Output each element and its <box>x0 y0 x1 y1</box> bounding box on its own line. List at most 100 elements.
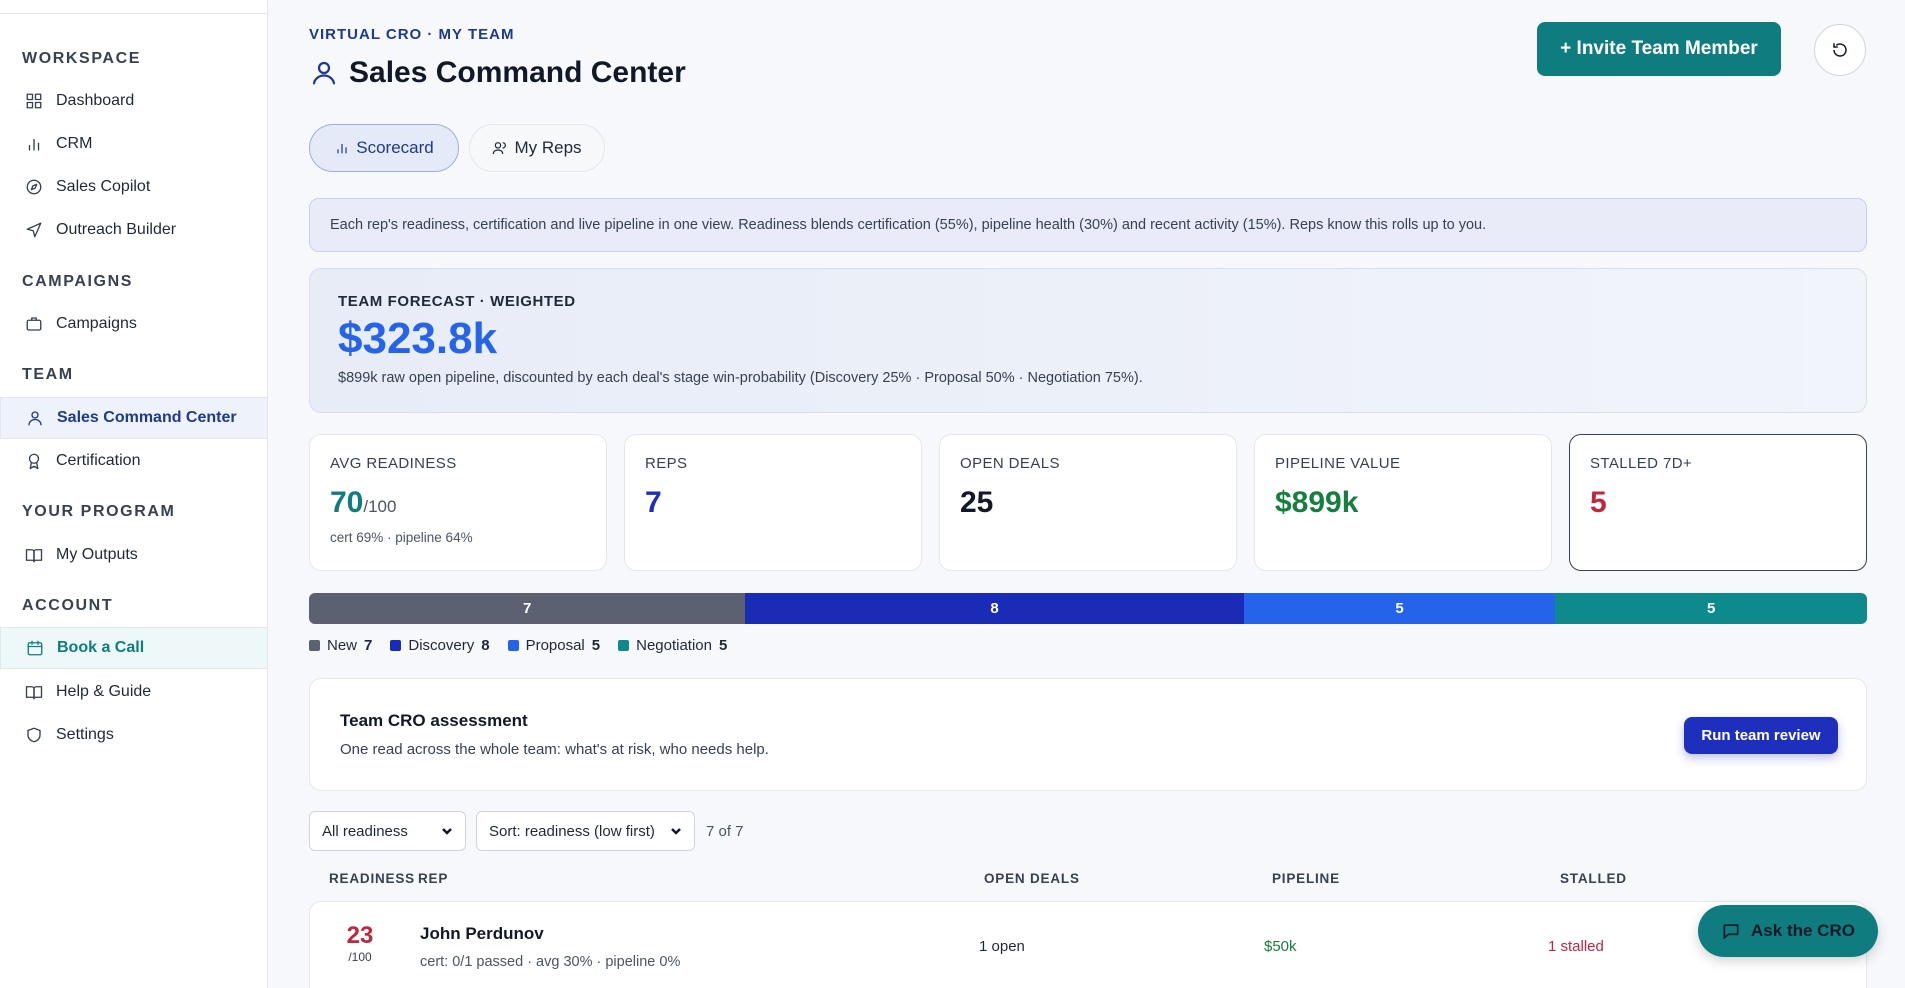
sidebar-item-label: CRM <box>56 135 93 152</box>
stat-label: OPEN DEALS <box>960 455 1060 472</box>
rep-pipeline: $50k <box>1264 938 1297 955</box>
legend-count: 8 <box>481 637 490 654</box>
sidebar-item-crm[interactable]: CRM <box>0 123 268 165</box>
section-title-campaigns: CAMPAIGNS <box>22 273 133 290</box>
sidebar-item-label: Outreach Builder <box>56 221 177 238</box>
user-icon <box>312 61 336 85</box>
sidebar-item-label: My Outputs <box>56 546 138 563</box>
sidebar: WORKSPACE Dashboard CRM Sales Copilot Ou… <box>0 0 268 988</box>
sidebar-item-label: Sales Copilot <box>56 178 151 195</box>
legend-swatch <box>309 640 320 651</box>
legend-item-proposal: Proposal 5 <box>507 637 601 654</box>
forecast-subtext: $899k raw open pipeline, discounted by e… <box>338 370 1143 386</box>
award-icon <box>24 451 44 471</box>
compass-icon <box>24 177 44 197</box>
sidebar-item-campaigns[interactable]: Campaigns <box>0 303 268 345</box>
legend-label: Proposal <box>525 637 585 654</box>
section-title-account: ACCOUNT <box>22 597 114 614</box>
sidebar-item-book-a-call[interactable]: Book a Call <box>0 627 268 669</box>
legend-count: 5 <box>591 637 601 654</box>
sidebar-item-certification[interactable]: Certification <box>0 440 268 482</box>
column-header-open-deals[interactable]: OPEN DEALS <box>984 871 1080 886</box>
send-icon <box>24 220 44 240</box>
team-forecast-card: TEAM FORECAST · WEIGHTED $323.8k $899k r… <box>309 268 1867 413</box>
chevron-down-icon <box>442 828 452 835</box>
bar-chart-icon <box>337 144 347 154</box>
select-value: Sort: readiness (low first) <box>489 822 655 840</box>
sidebar-item-label: Sales Command Center <box>57 409 237 426</box>
stat-stalled[interactable]: STALLED 7D+ 5 <box>1569 434 1867 571</box>
sidebar-item-my-outputs[interactable]: My Outputs <box>0 534 268 576</box>
assessment-title: Team CRO assessment <box>340 711 528 730</box>
readiness-score: 23 /100 <box>340 922 380 964</box>
sidebar-item-label: Campaigns <box>56 315 137 332</box>
stat-avg-readiness: AVG READINESS 70/100 cert 69% · pipeline… <box>309 434 607 571</box>
sidebar-item-sales-command-center[interactable]: Sales Command Center <box>0 397 268 439</box>
rep-meta: cert: 0/1 passed · avg 30% · pipeline 0% <box>420 954 681 970</box>
info-banner: Each rep's readiness, certification and … <box>309 198 1867 252</box>
forecast-label: TEAM FORECAST · WEIGHTED <box>338 293 576 310</box>
stat-label: AVG READINESS <box>330 455 457 472</box>
shield-icon <box>24 725 44 745</box>
readiness-filter-select[interactable]: All readiness <box>309 811 466 851</box>
stat-value: 25 <box>960 486 994 519</box>
sort-select[interactable]: Sort: readiness (low first) <box>476 811 695 851</box>
table-row[interactable]: 23 /100 John Perdunov cert: 0/1 passed ·… <box>309 901 1867 988</box>
legend-count: 5 <box>719 637 728 654</box>
book-icon <box>24 545 44 565</box>
legend-label: Negotiation <box>636 637 712 654</box>
chat-icon <box>1723 924 1739 940</box>
stat-suffix: /100 <box>363 497 397 516</box>
tab-label: My Reps <box>514 138 582 157</box>
sidebar-item-settings[interactable]: Settings <box>0 714 268 756</box>
stage-distribution-bar: 7855 <box>309 593 1867 624</box>
refresh-button[interactable] <box>1814 24 1866 76</box>
section-title-workspace: WORKSPACE <box>22 50 141 67</box>
column-header-readiness[interactable]: READINESS <box>329 871 415 886</box>
tab-scorecard[interactable]: Scorecard <box>309 124 459 172</box>
forecast-value: $323.8k <box>338 314 498 363</box>
stage-segment-new: 7 <box>309 593 746 624</box>
stat-pipeline-value: PIPELINE VALUE $899k <box>1254 434 1552 571</box>
stat-label: STALLED 7D+ <box>1590 455 1693 472</box>
section-title-your-program: YOUR PROGRAM <box>22 503 176 520</box>
book-open-icon <box>24 682 44 702</box>
legend-swatch <box>618 640 630 651</box>
stat-number: 70 <box>330 486 364 519</box>
run-team-review-button[interactable]: Run team review <box>1684 717 1838 754</box>
legend-label: New <box>327 637 358 654</box>
stat-value: 5 <box>1590 486 1607 519</box>
stage-segment-negotiation: 5 <box>1555 593 1867 624</box>
sidebar-item-dashboard[interactable]: Dashboard <box>0 80 268 122</box>
legend-swatch <box>390 640 402 651</box>
tab-my-reps[interactable]: My Reps <box>469 124 605 172</box>
rep-stalled: 1 stalled <box>1548 938 1604 955</box>
readiness-score-value: 23 <box>346 922 374 949</box>
sidebar-item-label: Dashboard <box>56 92 135 109</box>
stage-legend: New 7 Discovery 8 Proposal 5 Negotiation 5 <box>309 637 745 654</box>
stat-value: 70/100 <box>330 486 586 520</box>
sidebar-item-help-guide[interactable]: Help & Guide <box>0 671 268 713</box>
section-title-team: TEAM <box>22 366 74 383</box>
sidebar-item-outreach-builder[interactable]: Outreach Builder <box>0 209 268 251</box>
stage-segment-proposal: 5 <box>1243 593 1556 624</box>
invite-team-member-button[interactable]: + Invite Team Member <box>1537 22 1781 76</box>
legend-item-negotiation: Negotiation 5 <box>618 637 727 654</box>
page-title: Sales Command Center <box>309 56 686 90</box>
column-header-rep[interactable]: REP <box>418 871 448 886</box>
briefcase-icon <box>24 314 44 334</box>
column-header-pipeline[interactable]: PIPELINE <box>1272 871 1340 886</box>
column-header-stalled[interactable]: STALLED <box>1560 871 1627 886</box>
user-icon <box>25 408 45 428</box>
sidebar-item-sales-copilot[interactable]: Sales Copilot <box>0 166 268 208</box>
refresh-icon <box>1833 43 1847 57</box>
legend-swatch <box>507 640 519 651</box>
calendar-icon <box>25 638 45 658</box>
rep-open-deals: 1 open <box>979 938 1025 955</box>
breadcrumb: VIRTUAL CRO · MY TEAM <box>309 26 515 43</box>
stat-open-deals: OPEN DEALS 25 <box>939 434 1237 571</box>
ask-the-cro-button[interactable]: Ask the CRO <box>1698 905 1878 957</box>
legend-item-discovery: Discovery 8 <box>390 637 490 654</box>
bar-chart-icon <box>24 134 44 154</box>
stat-label: PIPELINE VALUE <box>1275 455 1401 472</box>
